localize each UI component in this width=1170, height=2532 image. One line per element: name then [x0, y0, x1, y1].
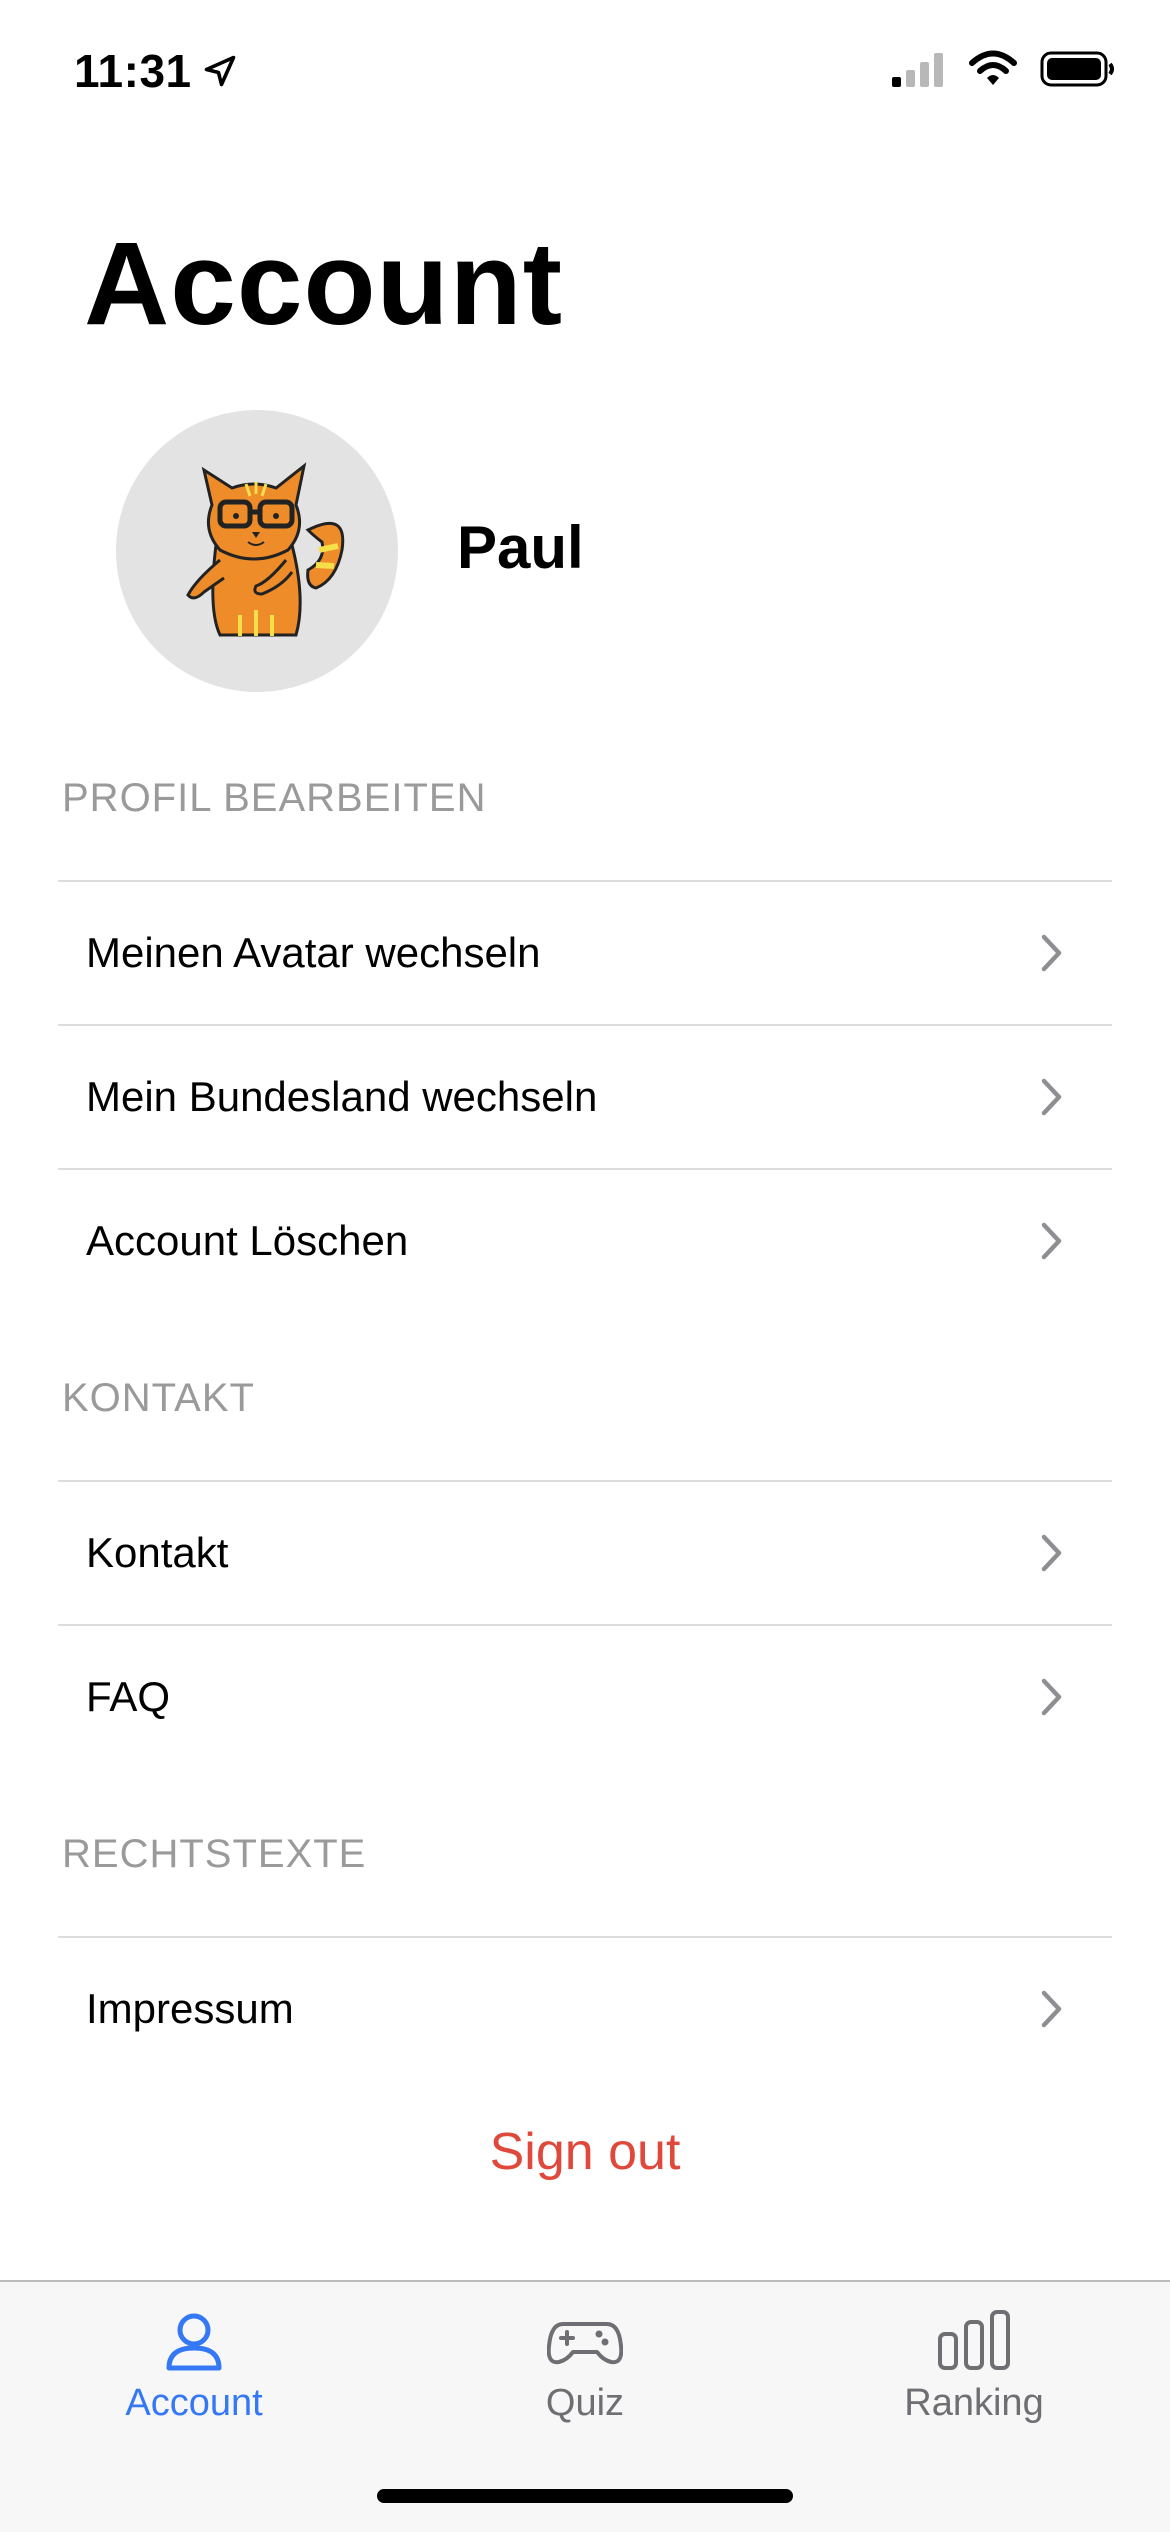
page-title: Account: [84, 218, 563, 350]
row-label: FAQ: [86, 1673, 171, 1720]
sign-out-button[interactable]: Sign out: [0, 2122, 1170, 2182]
profile-name: Paul: [457, 514, 584, 581]
row-label: Kontakt: [86, 1529, 229, 1576]
account-screen: 11:31 Account Paul PROFIL BEARBEITEN Mei…: [0, 0, 1170, 2532]
bar-chart-icon: [938, 2310, 1010, 2370]
tab-quiz[interactable]: Quiz: [455, 2310, 715, 2425]
chevron-right-icon: [1041, 1534, 1062, 1572]
status-icons: [892, 50, 1116, 88]
section-header-profile: PROFIL BEARBEITEN: [62, 776, 487, 820]
cellular-signal-icon: [892, 53, 943, 87]
row-change-state[interactable]: Mein Bundesland wechseln: [58, 1024, 1112, 1168]
cat-avatar-icon: [186, 462, 345, 637]
profile-settings-list: Meinen Avatar wechseln Mein Bundesland w…: [58, 880, 1112, 1312]
row-label: Meinen Avatar wechseln: [86, 929, 541, 976]
wifi-icon: [969, 50, 1017, 85]
row-delete-account[interactable]: Account Löschen: [58, 1168, 1112, 1312]
row-label: Account Löschen: [86, 1217, 409, 1264]
status-bar: 11:31: [0, 0, 1170, 140]
avatar[interactable]: [116, 410, 398, 692]
tab-account[interactable]: Account: [64, 2310, 324, 2425]
home-indicator: [377, 2489, 793, 2503]
gamepad-icon: [547, 2322, 623, 2365]
legal-list: Impressum: [58, 1936, 1112, 2080]
row-faq[interactable]: FAQ: [58, 1624, 1112, 1768]
section-header-legal: RECHTSTEXTE: [62, 1832, 367, 1876]
chevron-right-icon: [1041, 934, 1062, 972]
row-imprint[interactable]: Impressum: [58, 1936, 1112, 2080]
tab-label: Ranking: [904, 2382, 1044, 2424]
battery-icon: [1040, 51, 1114, 87]
row-label: Impressum: [86, 1985, 294, 2032]
contact-list: Kontakt FAQ: [58, 1480, 1112, 1768]
chevron-right-icon: [1041, 1078, 1062, 1116]
person-icon: [166, 2313, 222, 2371]
location-arrow-icon: [204, 55, 235, 87]
tab-ranking[interactable]: Ranking: [844, 2310, 1104, 2425]
section-header-contact: KONTAKT: [62, 1376, 255, 1420]
row-label: Mein Bundesland wechseln: [86, 1073, 598, 1120]
chevron-right-icon: [1041, 1678, 1062, 1716]
tab-label: Account: [125, 2382, 263, 2424]
row-contact[interactable]: Kontakt: [58, 1480, 1112, 1624]
status-time: 11:31: [74, 44, 238, 98]
chevron-right-icon: [1041, 1222, 1062, 1260]
tab-label: Quiz: [545, 2382, 625, 2424]
row-change-avatar[interactable]: Meinen Avatar wechseln: [58, 880, 1112, 1024]
chevron-right-icon: [1041, 1990, 1062, 2028]
clock: 11:31: [74, 45, 192, 97]
